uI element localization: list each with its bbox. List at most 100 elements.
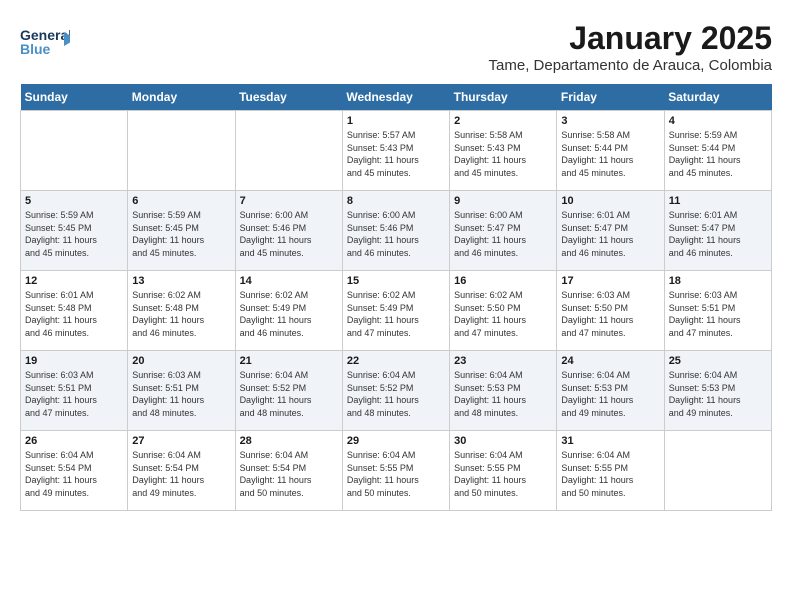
day-number: 26	[25, 435, 123, 447]
day-number: 10	[561, 195, 659, 207]
calendar-day-23: 23 Sunrise: 6:04 AM Sunset: 5:53 PM Dayli…	[450, 351, 557, 431]
calendar-day-7: 7 Sunrise: 6:00 AM Sunset: 5:46 PM Daylig…	[235, 191, 342, 271]
page-header: General Blue January 2025 Tame, Departam…	[20, 20, 772, 74]
calendar-day-6: 6 Sunrise: 5:59 AM Sunset: 5:45 PM Daylig…	[128, 191, 235, 271]
calendar-day-30: 30 Sunrise: 6:04 AM Sunset: 5:55 PM Dayli…	[450, 431, 557, 511]
day-number: 25	[669, 355, 767, 367]
calendar-week-row: 26 Sunrise: 6:04 AM Sunset: 5:54 PM Dayli…	[21, 431, 772, 511]
day-number: 30	[454, 435, 552, 447]
day-number: 2	[454, 115, 552, 127]
day-info: Sunrise: 6:02 AM Sunset: 5:49 PM Dayligh…	[240, 289, 338, 339]
day-number: 5	[25, 195, 123, 207]
calendar-day-25: 25Sunrise: 6:04 AM Sunset: 5:53 PM Dayli…	[664, 351, 771, 431]
day-info: Sunrise: 6:01 AM Sunset: 5:47 PM Dayligh…	[561, 209, 659, 259]
day-info: Sunrise: 6:04 AM Sunset: 5:52 PM Dayligh…	[240, 369, 338, 419]
calendar-empty-cell	[664, 431, 771, 511]
day-number: 20	[132, 355, 230, 367]
weekday-header-saturday: Saturday	[664, 84, 771, 111]
month-year-title: January 2025	[489, 20, 772, 57]
day-info: Sunrise: 6:00 AM Sunset: 5:46 PM Dayligh…	[240, 209, 338, 259]
day-info: Sunrise: 6:00 AM Sunset: 5:46 PM Dayligh…	[347, 209, 445, 259]
svg-text:Blue: Blue	[20, 41, 51, 57]
day-info: Sunrise: 6:04 AM Sunset: 5:54 PM Dayligh…	[240, 449, 338, 499]
day-info: Sunrise: 5:59 AM Sunset: 5:44 PM Dayligh…	[669, 129, 767, 179]
day-number: 22	[347, 355, 445, 367]
weekday-header-wednesday: Wednesday	[342, 84, 449, 111]
day-number: 1	[347, 115, 445, 127]
calendar-day-1: 1 Sunrise: 5:57 AM Sunset: 5:43 PM Daylig…	[342, 111, 449, 191]
day-info: Sunrise: 6:02 AM Sunset: 5:50 PM Dayligh…	[454, 289, 552, 339]
day-number: 23	[454, 355, 552, 367]
day-number: 6	[132, 195, 230, 207]
calendar-day-9: 9 Sunrise: 6:00 AM Sunset: 5:47 PM Daylig…	[450, 191, 557, 271]
day-info: Sunrise: 6:04 AM Sunset: 5:53 PM Dayligh…	[561, 369, 659, 419]
title-section: January 2025 Tame, Departamento de Arauc…	[489, 20, 772, 74]
calendar-day-3: 3Sunrise: 5:58 AM Sunset: 5:44 PM Daylig…	[557, 111, 664, 191]
day-number: 28	[240, 435, 338, 447]
calendar-day-4: 4 Sunrise: 5:59 AM Sunset: 5:44 PM Daylig…	[664, 111, 771, 191]
day-number: 9	[454, 195, 552, 207]
calendar-day-24: 24Sunrise: 6:04 AM Sunset: 5:53 PM Dayli…	[557, 351, 664, 431]
calendar-day-18: 18Sunrise: 6:03 AM Sunset: 5:51 PM Dayli…	[664, 271, 771, 351]
day-number: 11	[669, 195, 767, 207]
calendar-day-31: 31Sunrise: 6:04 AM Sunset: 5:55 PM Dayli…	[557, 431, 664, 511]
day-info: Sunrise: 5:57 AM Sunset: 5:43 PM Dayligh…	[347, 129, 445, 179]
day-number: 8	[347, 195, 445, 207]
day-number: 29	[347, 435, 445, 447]
calendar-day-19: 19 Sunrise: 6:03 AM Sunset: 5:51 PM Dayli…	[21, 351, 128, 431]
weekday-header-tuesday: Tuesday	[235, 84, 342, 111]
calendar-day-12: 12Sunrise: 6:01 AM Sunset: 5:48 PM Dayli…	[21, 271, 128, 351]
day-info: Sunrise: 6:04 AM Sunset: 5:55 PM Dayligh…	[347, 449, 445, 499]
calendar-day-29: 29 Sunrise: 6:04 AM Sunset: 5:55 PM Dayli…	[342, 431, 449, 511]
day-number: 14	[240, 275, 338, 287]
day-info: Sunrise: 5:59 AM Sunset: 5:45 PM Dayligh…	[25, 209, 123, 259]
calendar-day-21: 21 Sunrise: 6:04 AM Sunset: 5:52 PM Dayli…	[235, 351, 342, 431]
calendar-day-16: 16 Sunrise: 6:02 AM Sunset: 5:50 PM Dayli…	[450, 271, 557, 351]
calendar-day-11: 11 Sunrise: 6:01 AM Sunset: 5:47 PM Dayli…	[664, 191, 771, 271]
calendar-week-row: 12Sunrise: 6:01 AM Sunset: 5:48 PM Dayli…	[21, 271, 772, 351]
day-info: Sunrise: 6:04 AM Sunset: 5:55 PM Dayligh…	[454, 449, 552, 499]
day-number: 4	[669, 115, 767, 127]
calendar-table: SundayMondayTuesdayWednesdayThursdayFrid…	[20, 84, 772, 511]
calendar-empty-cell	[235, 111, 342, 191]
day-info: Sunrise: 6:02 AM Sunset: 5:48 PM Dayligh…	[132, 289, 230, 339]
day-number: 19	[25, 355, 123, 367]
calendar-week-row: 5 Sunrise: 5:59 AM Sunset: 5:45 PM Daylig…	[21, 191, 772, 271]
day-info: Sunrise: 6:03 AM Sunset: 5:51 PM Dayligh…	[669, 289, 767, 339]
day-info: Sunrise: 6:03 AM Sunset: 5:50 PM Dayligh…	[561, 289, 659, 339]
day-number: 17	[561, 275, 659, 287]
calendar-week-row: 19 Sunrise: 6:03 AM Sunset: 5:51 PM Dayli…	[21, 351, 772, 431]
day-info: Sunrise: 6:02 AM Sunset: 5:49 PM Dayligh…	[347, 289, 445, 339]
calendar-day-15: 15Sunrise: 6:02 AM Sunset: 5:49 PM Dayli…	[342, 271, 449, 351]
day-number: 13	[132, 275, 230, 287]
calendar-empty-cell	[21, 111, 128, 191]
day-number: 3	[561, 115, 659, 127]
calendar-day-20: 20 Sunrise: 6:03 AM Sunset: 5:51 PM Dayli…	[128, 351, 235, 431]
day-info: Sunrise: 6:03 AM Sunset: 5:51 PM Dayligh…	[25, 369, 123, 419]
weekday-header-thursday: Thursday	[450, 84, 557, 111]
day-info: Sunrise: 6:03 AM Sunset: 5:51 PM Dayligh…	[132, 369, 230, 419]
day-number: 12	[25, 275, 123, 287]
day-info: Sunrise: 6:00 AM Sunset: 5:47 PM Dayligh…	[454, 209, 552, 259]
day-info: Sunrise: 5:58 AM Sunset: 5:43 PM Dayligh…	[454, 129, 552, 179]
day-info: Sunrise: 6:04 AM Sunset: 5:53 PM Dayligh…	[454, 369, 552, 419]
calendar-day-22: 22Sunrise: 6:04 AM Sunset: 5:52 PM Dayli…	[342, 351, 449, 431]
day-number: 16	[454, 275, 552, 287]
calendar-day-10: 10 Sunrise: 6:01 AM Sunset: 5:47 PM Dayli…	[557, 191, 664, 271]
weekday-header-sunday: Sunday	[21, 84, 128, 111]
day-info: Sunrise: 5:59 AM Sunset: 5:45 PM Dayligh…	[132, 209, 230, 259]
calendar-day-14: 14 Sunrise: 6:02 AM Sunset: 5:49 PM Dayli…	[235, 271, 342, 351]
calendar-day-17: 17 Sunrise: 6:03 AM Sunset: 5:50 PM Dayli…	[557, 271, 664, 351]
day-info: Sunrise: 6:01 AM Sunset: 5:47 PM Dayligh…	[669, 209, 767, 259]
calendar-day-26: 26 Sunrise: 6:04 AM Sunset: 5:54 PM Dayli…	[21, 431, 128, 511]
calendar-day-27: 27 Sunrise: 6:04 AM Sunset: 5:54 PM Dayli…	[128, 431, 235, 511]
calendar-day-5: 5 Sunrise: 5:59 AM Sunset: 5:45 PM Daylig…	[21, 191, 128, 271]
day-info: Sunrise: 6:04 AM Sunset: 5:54 PM Dayligh…	[25, 449, 123, 499]
day-info: Sunrise: 6:04 AM Sunset: 5:54 PM Dayligh…	[132, 449, 230, 499]
calendar-header-row: SundayMondayTuesdayWednesdayThursdayFrid…	[21, 84, 772, 111]
day-number: 7	[240, 195, 338, 207]
weekday-header-friday: Friday	[557, 84, 664, 111]
day-number: 21	[240, 355, 338, 367]
day-number: 31	[561, 435, 659, 447]
day-number: 27	[132, 435, 230, 447]
